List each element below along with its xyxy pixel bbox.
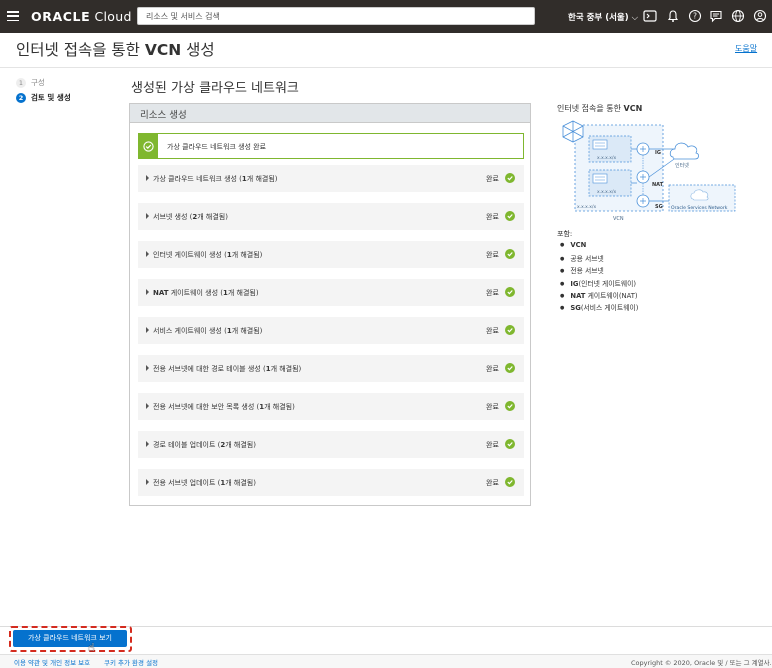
check-circle-icon — [505, 287, 515, 297]
expand-caret-icon[interactable] — [146, 479, 149, 485]
expand-caret-icon[interactable] — [146, 213, 149, 219]
cloud-shell-icon[interactable] — [643, 9, 657, 23]
step-number: 1 — [16, 77, 26, 88]
status-text: 완료 — [486, 251, 499, 259]
region-selector[interactable]: 한국 중부 (서울) ⌵ — [568, 11, 638, 23]
page-title: 인터넷 접속을 통한 VCN 생성 — [16, 41, 215, 59]
resource-label: 전용 서브넷에 대한 경로 테이블 생성 (1개 해결됨) — [153, 365, 302, 373]
svg-text:SG: SG — [655, 204, 663, 210]
step-configure[interactable]: 1 구성 — [16, 77, 45, 88]
svg-text:x.x.x.x/x: x.x.x.x/x — [597, 155, 616, 161]
check-circle-icon — [139, 134, 158, 158]
svg-text:IG: IG — [655, 150, 661, 156]
includes-item: NAT 게이트웨이(NAT) — [560, 290, 638, 302]
divider — [0, 67, 772, 68]
resource-row[interactable]: 전용 서브넷에 대한 경로 테이블 생성 (1개 해결됨) 완료 — [138, 355, 524, 382]
resource-row[interactable]: 전용 서브넷 업데이트 (1개 해결됨) 완료 — [138, 469, 524, 496]
resource-label: 가상 클라우드 네트워크 생성 (1개 해결됨) — [153, 175, 278, 183]
svg-text:VCN: VCN — [613, 216, 624, 222]
resource-label: 전용 서브넷 업데이트 (1개 해결됨) — [153, 479, 256, 487]
resource-row[interactable]: NAT 게이트웨이 생성 (1개 해결됨) 완료 — [138, 279, 524, 306]
resource-row[interactable]: 서브넷 생성 (2개 해결됨) 완료 — [138, 203, 524, 230]
panel-title: 리소스 생성 — [130, 104, 530, 123]
hand-cursor-icon: ☝ — [88, 641, 95, 654]
expand-caret-icon[interactable] — [146, 365, 149, 371]
view-vcn-button[interactable]: 가상 클라우드 네트워크 보기 — [13, 630, 127, 647]
banner-text: 가상 클라우드 네트워크 생성 완료 — [167, 143, 267, 151]
resource-row[interactable]: 전용 서브넷에 대한 보안 목록 생성 (1개 해결됨) 완료 — [138, 393, 524, 420]
chat-icon[interactable] — [709, 9, 723, 23]
status-text: 완료 — [486, 479, 499, 487]
check-circle-icon — [505, 477, 515, 487]
svg-text:x.x.x.x/x: x.x.x.x/x — [577, 204, 596, 210]
terms-privacy-link[interactable]: 이용 약관 및 개인 정보 보호 — [14, 657, 90, 667]
oracle-cloud-logo[interactable]: ORACLE Cloud — [31, 9, 132, 24]
vcn-diagram: x.x.x.x/x x.x.x.x/x x.x.x.x/x VCN IG NAT… — [557, 117, 747, 225]
help-link[interactable]: 도움말 — [735, 43, 757, 54]
check-circle-icon — [505, 173, 515, 183]
resource-row[interactable]: 경로 테이블 업데이트 (2개 해결됨) 완료 — [138, 431, 524, 458]
resource-label: 서브넷 생성 (2개 해결됨) — [153, 213, 228, 221]
resource-label: 서비스 게이트웨이 생성 (1개 해결됨) — [153, 327, 263, 335]
check-circle-icon — [505, 325, 515, 335]
includes-item: 전용 서브넷 — [560, 265, 638, 277]
svg-text:?: ? — [693, 12, 697, 21]
includes-item: 공용 서브넷 — [560, 253, 638, 265]
includes-list: VCN공용 서브넷전용 서브넷IG(인터넷 게이트웨이)NAT 게이트웨이(NA… — [560, 241, 638, 314]
resource-row[interactable]: 인터넷 게이트웨이 생성 (1개 해결됨) 완료 — [138, 241, 524, 268]
expand-caret-icon[interactable] — [146, 289, 149, 295]
step-number: 2 — [16, 92, 26, 103]
includes-item: VCN — [560, 241, 638, 253]
check-circle-icon — [505, 401, 515, 411]
check-circle-icon — [505, 249, 515, 259]
check-circle-icon — [505, 439, 515, 449]
includes-item: IG(인터넷 게이트웨이) — [560, 278, 638, 290]
divider — [0, 626, 772, 627]
section-title: 생성된 가상 클라우드 네트워크 — [131, 81, 299, 96]
check-circle-icon — [505, 211, 515, 221]
includes-item: SG(서비스 게이트웨이) — [560, 302, 638, 314]
cookie-preferences-link[interactable]: 쿠키 추가 환경 설정 — [104, 657, 158, 667]
status-text: 완료 — [486, 289, 499, 297]
resource-row[interactable]: 가상 클라우드 네트워크 생성 (1개 해결됨) 완료 — [138, 165, 524, 192]
resource-row[interactable]: 서비스 게이트웨이 생성 (1개 해결됨) 완료 — [138, 317, 524, 344]
menu-icon[interactable] — [7, 11, 19, 22]
svg-text:인터넷: 인터넷 — [675, 162, 689, 169]
step-label: 검토 및 생성 — [31, 93, 71, 102]
resource-label: 인터넷 게이트웨이 생성 (1개 해결됨) — [153, 251, 263, 259]
copyright-text: Copyright © 2020, Oracle 및 / 또는 그 계열사. — [631, 659, 772, 667]
expand-caret-icon[interactable] — [146, 251, 149, 257]
expand-caret-icon[interactable] — [146, 403, 149, 409]
status-text: 완료 — [486, 441, 499, 449]
footer-bar: 이용 약관 및 개인 정보 보호 쿠키 추가 환경 설정 Copyright ©… — [0, 654, 772, 668]
step-review-create[interactable]: 2 검토 및 생성 — [16, 92, 71, 103]
includes-label: 포함: — [557, 230, 573, 238]
check-circle-icon — [505, 363, 515, 373]
chevron-down-icon: ⌵ — [631, 13, 639, 23]
resource-label: 경로 테이블 업데이트 (2개 해결됨) — [153, 441, 256, 449]
svg-text:NAT: NAT — [652, 182, 664, 188]
status-text: 완료 — [486, 403, 499, 411]
status-text: 완료 — [486, 213, 499, 221]
svg-text:Oracle Services Network: Oracle Services Network — [671, 205, 728, 211]
resource-creation-panel: 리소스 생성 가상 클라우드 네트워크 생성 완료 가상 클라우드 네트워크 생… — [129, 103, 531, 506]
expand-caret-icon[interactable] — [146, 175, 149, 181]
help-icon[interactable]: ? — [688, 9, 702, 23]
top-bar: ORACLE Cloud 리소스 및 서비스 검색 한국 중부 (서울) ⌵ ? — [0, 0, 772, 33]
bell-icon[interactable] — [666, 9, 680, 23]
resource-label: 전용 서브넷에 대한 보안 목록 생성 (1개 해결됨) — [153, 403, 295, 411]
step-label: 구성 — [31, 78, 45, 87]
svg-text:x.x.x.x/x: x.x.x.x/x — [597, 189, 616, 195]
status-text: 완료 — [486, 365, 499, 373]
success-banner: 가상 클라우드 네트워크 생성 완료 — [138, 133, 524, 159]
resource-label: NAT 게이트웨이 생성 (1개 해결됨) — [153, 289, 259, 297]
expand-caret-icon[interactable] — [146, 327, 149, 333]
user-icon[interactable] — [753, 9, 767, 23]
diagram-title: 인터넷 접속을 통한 VCN — [557, 104, 643, 113]
expand-caret-icon[interactable] — [146, 441, 149, 447]
globe-icon[interactable] — [731, 9, 745, 23]
status-text: 완료 — [486, 327, 499, 335]
status-text: 완료 — [486, 175, 499, 183]
search-input[interactable]: 리소스 및 서비스 검색 — [137, 7, 535, 25]
